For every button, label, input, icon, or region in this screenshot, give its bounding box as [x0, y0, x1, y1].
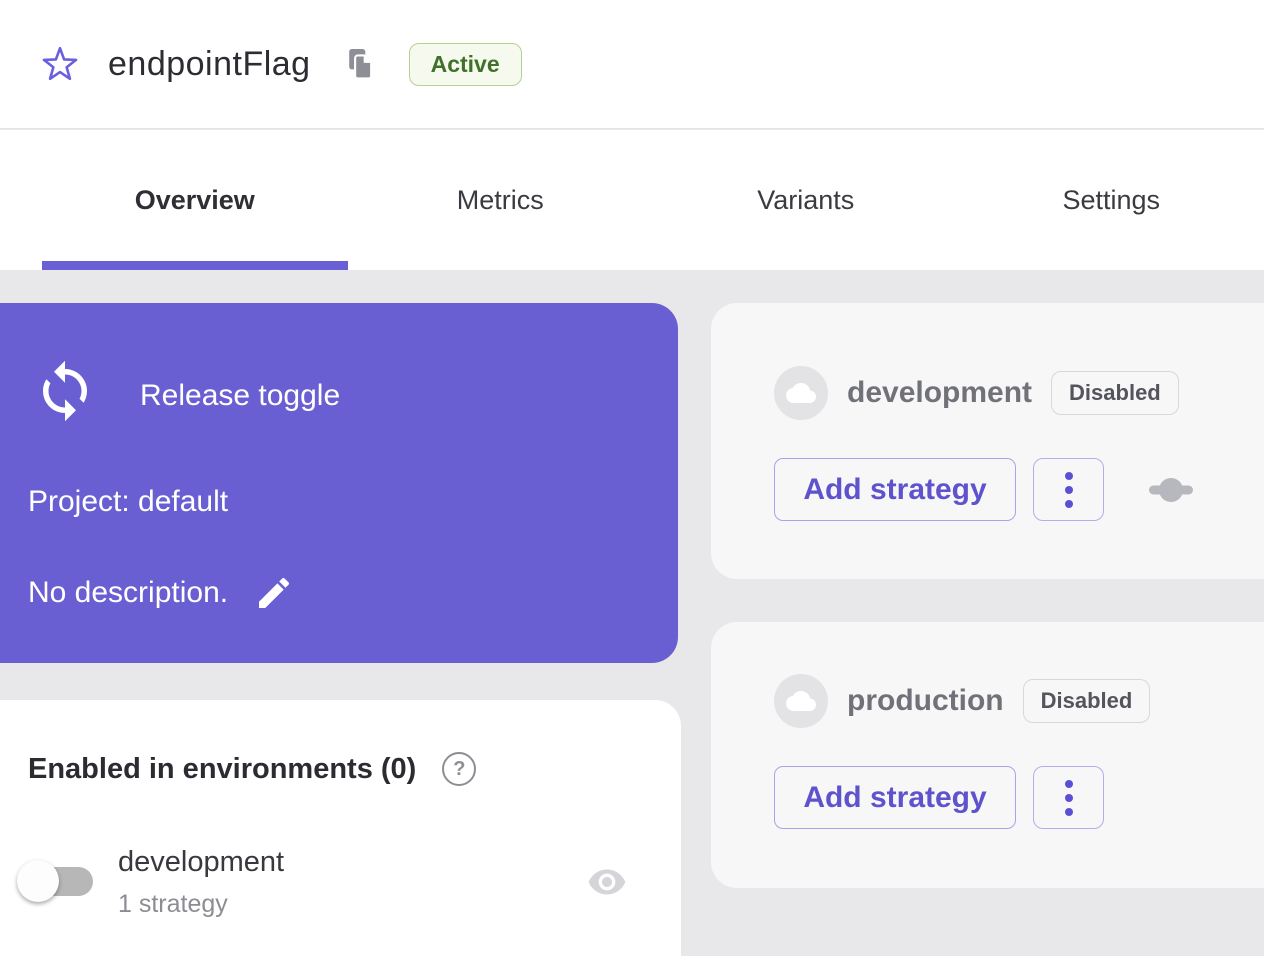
- release-toggle-type-icon: [32, 353, 98, 429]
- copy-name-icon[interactable]: [347, 49, 375, 79]
- description-label: No description.: [28, 576, 228, 610]
- add-strategy-button[interactable]: Add strategy: [774, 766, 1016, 829]
- tab-overview-label: Overview: [135, 185, 255, 216]
- tab-settings-label: Settings: [1062, 185, 1160, 216]
- cloud-icon: [774, 366, 828, 420]
- add-strategy-button[interactable]: Add strategy: [774, 458, 1016, 521]
- environment-card-development: development Disabled Add strategy: [711, 303, 1264, 579]
- help-glyph: ?: [453, 758, 465, 781]
- status-badge: Active: [409, 43, 522, 86]
- environment-name: development: [118, 846, 284, 879]
- favorite-star-icon[interactable]: [42, 46, 78, 82]
- environment-status-badge: Disabled: [1023, 679, 1151, 723]
- environment-status-badge: Disabled: [1051, 371, 1179, 415]
- help-icon[interactable]: ?: [442, 752, 476, 786]
- environment-card-production: production Disabled Add strategy: [711, 622, 1264, 888]
- flag-type-label: Release toggle: [140, 379, 340, 413]
- kebab-dot: [1065, 500, 1073, 508]
- environment-card-actions: Add strategy: [774, 766, 1104, 829]
- enabled-environments-panel: Enabled in environments (0) ? developmen…: [0, 700, 681, 956]
- kebab-dot: [1065, 808, 1073, 816]
- enabled-heading-row: Enabled in environments (0) ?: [28, 752, 476, 786]
- kebab-dot: [1065, 780, 1073, 788]
- tab-overview[interactable]: Overview: [42, 130, 348, 270]
- kebab-dot: [1065, 794, 1073, 802]
- environment-toggle-development[interactable]: [25, 867, 93, 896]
- cloud-icon: [774, 674, 828, 728]
- tab-metrics-label: Metrics: [457, 185, 544, 216]
- tab-variants[interactable]: Variants: [653, 130, 959, 270]
- page-header: endpointFlag Active: [0, 0, 1264, 129]
- description-row: No description.: [28, 573, 294, 613]
- environment-card-header: production Disabled: [774, 674, 1150, 728]
- tab-metrics[interactable]: Metrics: [348, 130, 654, 270]
- more-actions-kebab-button[interactable]: [1033, 766, 1104, 829]
- kebab-dot: [1065, 486, 1073, 494]
- page-title: endpointFlag: [108, 45, 311, 84]
- edit-description-pencil-icon[interactable]: [254, 573, 294, 613]
- environment-card-name: production: [847, 684, 1004, 718]
- environment-strategy-count: 1 strategy: [118, 890, 228, 919]
- tab-bar: Overview Metrics Variants Settings: [0, 130, 1264, 270]
- more-actions-kebab-button[interactable]: [1033, 458, 1104, 521]
- environment-card-name: development: [847, 376, 1032, 410]
- environment-card-header: development Disabled: [774, 366, 1179, 420]
- kebab-dot: [1065, 472, 1073, 480]
- visibility-eye-icon[interactable]: [587, 862, 627, 902]
- tab-variants-label: Variants: [757, 185, 854, 216]
- flag-overview-card: Release toggle Project: default No descr…: [0, 303, 678, 663]
- rollout-slider-icon: [1148, 475, 1194, 505]
- environment-card-actions: Add strategy: [774, 458, 1194, 521]
- enabled-environments-heading: Enabled in environments (0): [28, 753, 416, 786]
- project-label: Project: default: [28, 485, 228, 519]
- tab-settings[interactable]: Settings: [959, 130, 1264, 270]
- toggle-knob: [17, 860, 59, 902]
